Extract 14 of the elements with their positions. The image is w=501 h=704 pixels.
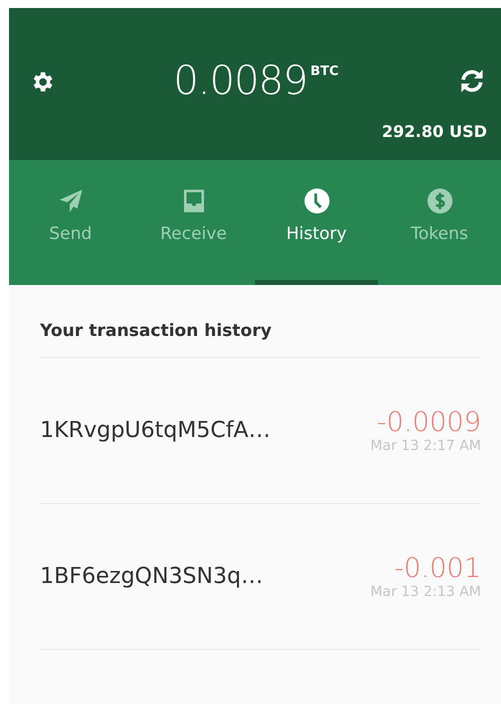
tab[interactable]: Tokens (378, 160, 501, 285)
tab[interactable]: Receive (132, 160, 255, 285)
transaction-amount: -0.0009 (376, 407, 481, 438)
dollar-coin-icon (424, 186, 454, 216)
section-title: Your transaction history (40, 285, 481, 358)
currency-unit: BTC (310, 64, 339, 79)
tab[interactable]: Send (9, 160, 132, 285)
fiat-balance: 292.80 USD (382, 122, 487, 141)
transaction-address: 1KRvgpU6tqM5CfA… (40, 418, 270, 443)
balance-amount: 0.0089 (173, 58, 308, 104)
transaction-address: 1BF6ezgQN3SN3q… (40, 564, 263, 589)
tab[interactable]: History (255, 160, 378, 285)
transaction-amount: -0.001 (394, 553, 481, 584)
clock-icon (302, 186, 332, 216)
